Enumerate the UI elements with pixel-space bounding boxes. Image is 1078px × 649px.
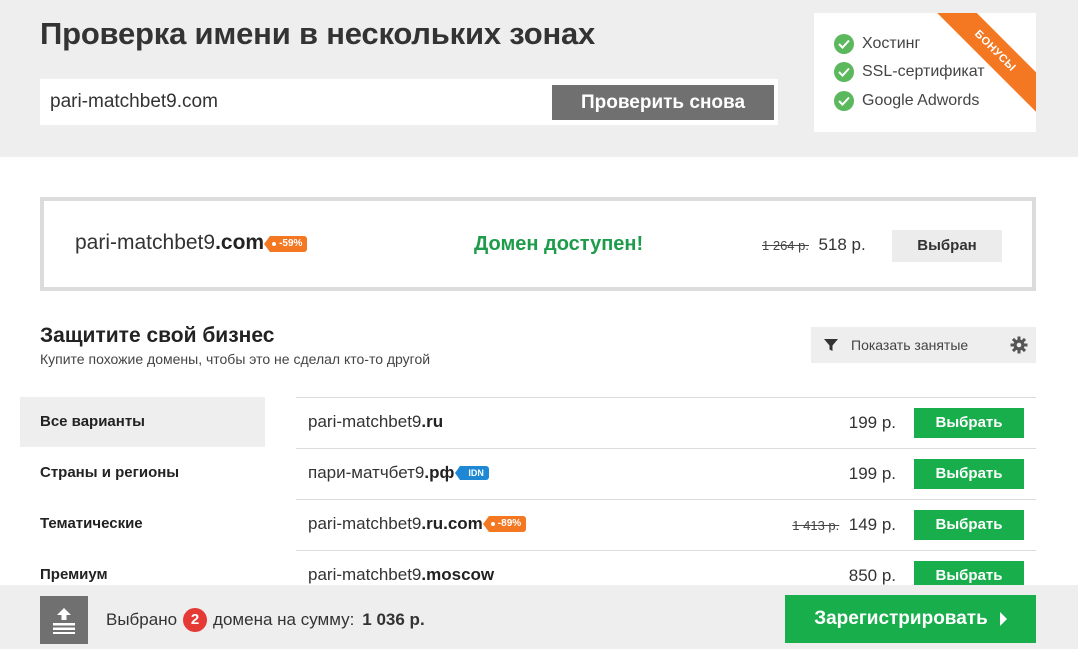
availability-status: Домен доступен! <box>474 233 644 255</box>
bonus-item-hosting: Хостинг <box>834 33 920 55</box>
table-row: пари-матчбет9.рф IDN 199 р. Выбрать <box>296 448 1036 499</box>
row-price: 199 р. <box>848 464 896 483</box>
upload-icon <box>53 608 75 634</box>
discount-badge: -59% <box>264 236 308 252</box>
main-result-card: pari-matchbet9.com -59% Домен доступен! 1… <box>40 197 1036 291</box>
price: 518 р. <box>818 235 866 254</box>
protect-subtitle: Купите похожие домены, чтобы это не сдел… <box>40 351 431 367</box>
check-icon <box>834 91 854 111</box>
select-button[interactable]: Выбрать <box>914 459 1024 489</box>
register-label: Зарегистрировать <box>814 608 988 629</box>
arrow-right-icon <box>999 612 1007 626</box>
upload-button[interactable] <box>40 596 88 644</box>
check-icon <box>834 34 854 54</box>
table-row: pari-matchbet9.ru.com -89% 1 413 р. 149 р… <box>296 499 1036 550</box>
sidebar-item-countries[interactable]: Страны и регионы <box>20 448 265 498</box>
selected-button[interactable]: Выбран <box>892 230 1002 262</box>
select-button[interactable]: Выбрать <box>914 510 1024 540</box>
show-taken-label: Показать занятые <box>851 337 969 353</box>
domain-zone: .moscow <box>421 565 495 584</box>
row-domain: пари-матчбет9.рф IDN <box>308 463 489 483</box>
sidebar-item-thematic[interactable]: Тематические <box>20 499 265 549</box>
bonus-label: Google Adwords <box>862 92 980 109</box>
domain-zone: .ru <box>421 412 444 431</box>
selected-suffix: домена на сумму: <box>213 610 355 629</box>
main-domain-name: pari-matchbet9.com -59% <box>75 231 308 255</box>
domain-name-base: пари-матчбет9 <box>308 463 425 482</box>
page-title: Проверка имени в нескольких зонах <box>40 16 596 51</box>
row-price: 1 413 р. 149 р. <box>792 515 896 535</box>
bonus-card: Хостинг SSL-сертификат Google Adwords БО… <box>814 13 1036 132</box>
idn-badge: IDN <box>455 466 489 480</box>
sidebar-item-all[interactable]: Все варианты <box>20 397 265 447</box>
row-price: 199 р. <box>848 413 896 432</box>
filter-icon <box>824 339 838 351</box>
domain-zone: .рф <box>424 463 455 482</box>
bonus-label: SSL-сертификат <box>862 63 985 80</box>
row-domain: pari-matchbet9.moscow <box>308 565 494 585</box>
price: 149 р. <box>848 515 896 534</box>
row-price: 850 р. <box>848 566 896 585</box>
row-domain: pari-matchbet9.ru <box>308 412 443 432</box>
domain-zone: .ru.com <box>421 514 483 533</box>
row-domain: pari-matchbet9.ru.com -89% <box>308 514 527 534</box>
domain-name-base: pari-matchbet9 <box>75 231 216 254</box>
main-price: 1 264 р. 518 р. <box>762 235 866 255</box>
domain-name-base: pari-matchbet9 <box>308 412 422 431</box>
select-button[interactable]: Выбрать <box>914 408 1024 438</box>
selection-summary: Выбрано 2 домена на сумму: 1 036 р. <box>106 608 425 632</box>
old-price: 1 264 р. <box>762 238 809 253</box>
bonus-item-adwords: Google Adwords <box>834 90 979 112</box>
old-price: 1 413 р. <box>792 518 840 533</box>
discount-badge: -89% <box>482 516 527 532</box>
footer-bar: Выбрано 2 домена на сумму: 1 036 р. Заре… <box>0 585 1078 649</box>
selected-count-badge: 2 <box>183 608 208 632</box>
recheck-button[interactable]: Проверить снова <box>552 85 774 120</box>
register-button[interactable]: Зарегистрировать <box>785 595 1036 643</box>
total-sum: 1 036 р. <box>362 610 425 629</box>
protect-title: Защитите свой бизнес <box>40 324 275 347</box>
domain-name-base: pari-matchbet9 <box>308 514 422 533</box>
domain-name-base: pari-matchbet9 <box>308 565 422 584</box>
bonus-item-ssl: SSL-сертификат <box>834 61 985 83</box>
domain-zone: .com <box>215 231 265 254</box>
selected-prefix: Выбрано <box>106 610 178 629</box>
gear-icon <box>1010 336 1027 354</box>
bonus-label: Хостинг <box>862 35 921 52</box>
check-icon <box>834 62 854 82</box>
table-row: pari-matchbet9.ru 199 р. Выбрать <box>296 397 1036 448</box>
settings-button[interactable] <box>1001 327 1036 363</box>
domain-search-input[interactable] <box>50 79 530 125</box>
show-taken-button[interactable]: Показать занятые <box>811 327 1001 363</box>
